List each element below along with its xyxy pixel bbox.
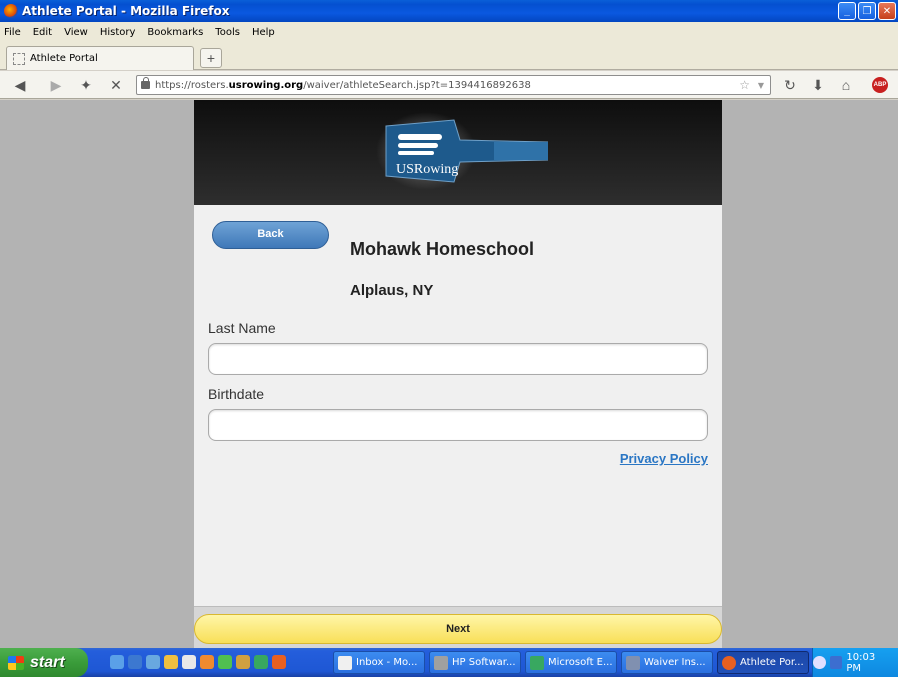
home-icon[interactable]: ⌂: [836, 75, 856, 95]
stop-icon[interactable]: ✕: [106, 75, 126, 95]
header-banner: USRowing: [194, 100, 722, 205]
new-tab-button[interactable]: +: [200, 48, 222, 68]
forward-arrow-icon[interactable]: ▶: [46, 75, 66, 95]
network-icon[interactable]: [829, 656, 843, 669]
url-domain: usrowing.org: [228, 79, 304, 91]
tab-strip: Athlete Portal +: [0, 42, 898, 70]
clock: 10:03 PM: [846, 651, 876, 674]
menu-help[interactable]: Help: [252, 27, 275, 38]
lock-icon: [141, 77, 150, 89]
task-athlete-portal[interactable]: Athlete Por...: [717, 651, 809, 674]
menu-view[interactable]: View: [64, 27, 88, 38]
url-bar[interactable]: https://rosters. usrowing.org/waiver/athl…: [136, 75, 771, 95]
logo-text: USRowing: [396, 162, 458, 177]
menu-history[interactable]: History: [100, 27, 136, 38]
next-button[interactable]: Next: [194, 614, 722, 644]
firefox-icon: [4, 4, 18, 18]
back-arrow-icon[interactable]: ◀: [10, 75, 30, 95]
tab-label: Athlete Portal: [30, 53, 98, 64]
app-icon[interactable]: [182, 655, 196, 669]
windows-taskbar: start Inbox - Mo... HP Softwar... Micros…: [0, 648, 898, 677]
start-label: start: [30, 653, 65, 671]
minimize-button[interactable]: _: [838, 2, 856, 20]
tray-arrow-icon[interactable]: [813, 656, 826, 669]
media-icon[interactable]: [200, 655, 214, 669]
task-inbox[interactable]: Inbox - Mo...: [333, 651, 425, 674]
back-button[interactable]: Back: [212, 221, 329, 249]
inbox-icon: [338, 655, 352, 670]
excel-task-icon: [530, 655, 544, 670]
document-icon: [626, 655, 640, 670]
url-dropdown-icon[interactable]: ▼: [758, 81, 764, 90]
page-icon: [13, 52, 25, 65]
url-path: /waiver/athleteSearch.jsp?t=139441689263…: [303, 79, 531, 91]
browser-content: USRowing Back Mohawk Homeschool Alplaus,…: [0, 100, 898, 648]
url-prefix: https://rosters.: [155, 79, 229, 91]
menu-edit[interactable]: Edit: [33, 27, 52, 38]
last-name-input[interactable]: [208, 343, 708, 375]
menu-tools[interactable]: Tools: [215, 27, 240, 38]
usrowing-logo: USRowing: [376, 112, 548, 190]
outlook-icon[interactable]: [146, 655, 160, 669]
privacy-policy-link[interactable]: Privacy Policy: [620, 451, 708, 466]
download-icon[interactable]: ⬇: [808, 75, 828, 95]
last-name-label: Last Name: [208, 320, 276, 336]
menu-file[interactable]: File: [4, 27, 21, 38]
chat-icon[interactable]: [218, 655, 232, 669]
firefox-task-icon: [722, 655, 736, 670]
birthdate-input[interactable]: [208, 409, 708, 441]
firefox-quicklaunch-icon[interactable]: [272, 655, 286, 669]
start-button[interactable]: start: [0, 648, 88, 677]
close-button[interactable]: ✕: [878, 2, 896, 20]
task-microsoft-excel[interactable]: Microsoft E...: [525, 651, 617, 674]
tab-athlete-portal[interactable]: Athlete Portal: [6, 46, 194, 70]
organization-location: Alplaus, NY: [350, 282, 434, 299]
adblock-icon[interactable]: ABP: [872, 77, 888, 93]
tool-icon[interactable]: [236, 655, 250, 669]
ie-icon[interactable]: [110, 655, 124, 669]
athlete-portal-page: USRowing Back Mohawk Homeschool Alplaus,…: [194, 100, 722, 648]
window-controls: _ ❐ ✕: [838, 2, 896, 20]
task-waiver-instructions[interactable]: Waiver Ins...: [621, 651, 713, 674]
maximize-button[interactable]: ❐: [858, 2, 876, 20]
menu-bar: File Edit View History Bookmarks Tools H…: [0, 22, 898, 42]
window-title: Athlete Portal - Mozilla Firefox: [22, 4, 230, 18]
navigation-bar: ◀ ▶ ✦ ✕ https://rosters. usrowing.org/wai…: [0, 71, 898, 99]
system-tray: 10:03 PM: [812, 648, 898, 677]
hp-icon: [434, 655, 448, 670]
browser-icon[interactable]: [128, 655, 142, 669]
excel-icon[interactable]: [254, 655, 268, 669]
menu-bookmarks[interactable]: Bookmarks: [147, 27, 203, 38]
window-titlebar: Athlete Portal - Mozilla Firefox _ ❐ ✕: [0, 0, 898, 22]
task-hp-software[interactable]: HP Softwar...: [429, 651, 521, 674]
bookmark-star-icon[interactable]: ☆: [739, 78, 750, 92]
birthdate-label: Birthdate: [208, 386, 265, 402]
explorer-icon[interactable]: [164, 655, 178, 669]
windows-flag-icon: [8, 655, 24, 670]
organization-name: Mohawk Homeschool: [350, 239, 535, 259]
reload-icon[interactable]: ↻: [780, 75, 800, 95]
identity-icon[interactable]: ✦: [76, 75, 96, 95]
